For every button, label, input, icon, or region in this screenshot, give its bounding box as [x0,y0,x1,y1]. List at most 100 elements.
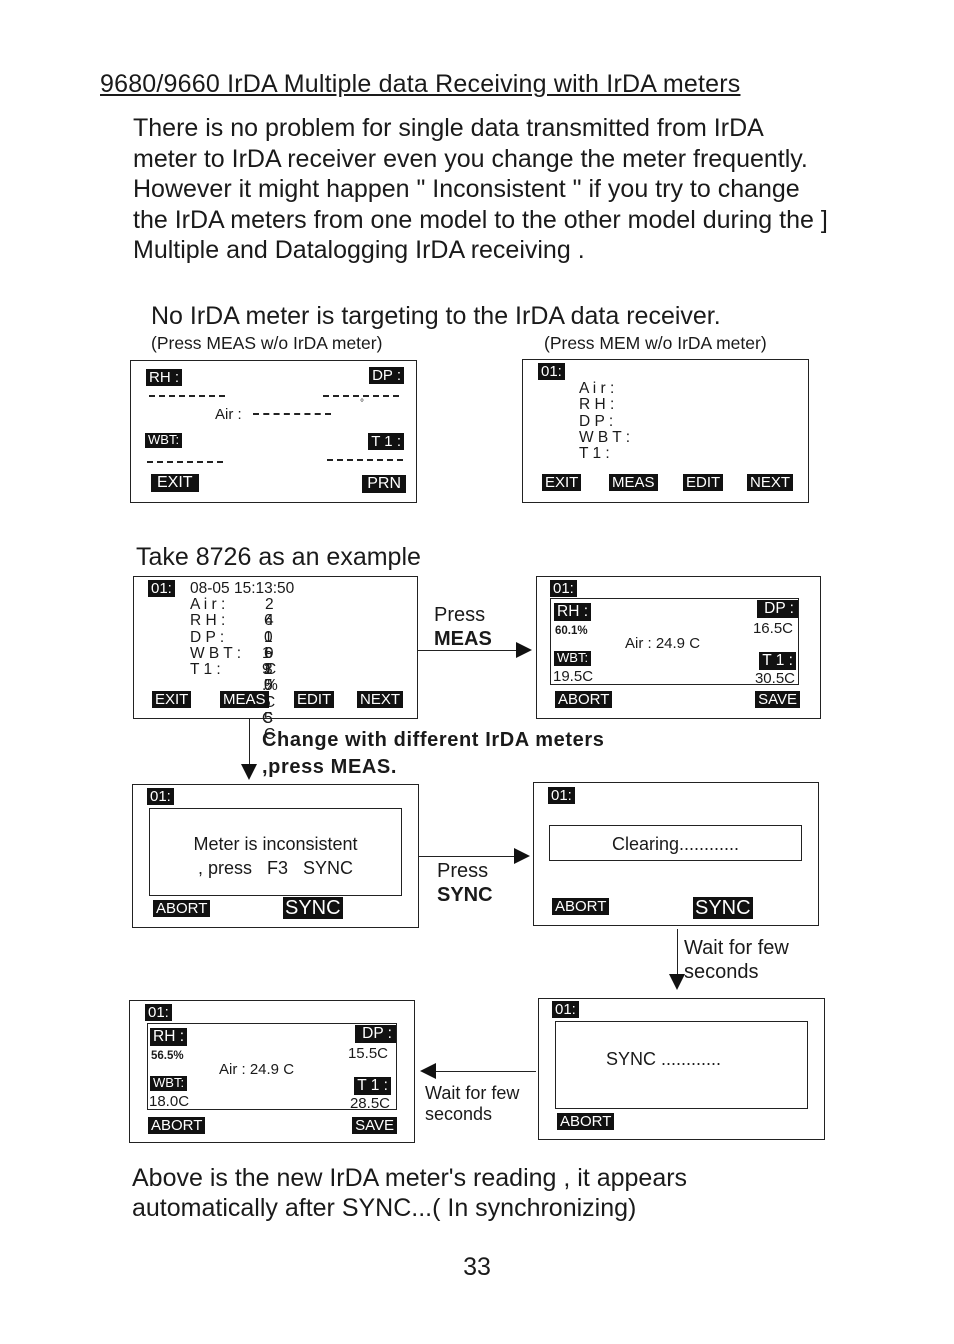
t1-label: T 1 : [759,652,796,670]
exit-button[interactable]: EXIT [152,691,192,709]
sync-button[interactable]: SYNC [283,897,343,919]
record-index: 01: [147,788,174,806]
field-label: R H : [579,396,615,414]
rh-value: 56.5% [151,1050,184,1062]
meas-button[interactable]: MEAS [220,691,269,709]
meas-button[interactable]: MEAS [609,474,658,492]
section2-heading: Take 8726 as an example [136,543,421,571]
save-button[interactable]: SAVE [755,691,800,709]
row-label: D P : [190,628,225,646]
abort-button[interactable]: ABORT [557,1113,615,1131]
wait-line: Wait for few [425,1083,520,1103]
degree-symbol: ° [360,398,364,409]
sync-progress-screen: 01: SYNC ............ ABORT [538,998,825,1140]
arrow-line [677,929,678,977]
message-panel: Clearing............ [549,825,802,861]
dp-label: DP : [757,600,798,618]
degree-symbol: ° [360,1039,364,1050]
field-list: A i r : R H : D P : W B T : T 1 : [579,380,630,463]
rh-label: RH : [146,369,182,387]
wbt-value: 18.0C [149,1093,190,1110]
air-reading: Air : 24.9 C [219,1061,295,1078]
field-label: T 1 : [579,445,610,463]
row-label: T 1 : [190,661,221,679]
wait-note-left: Wait for few seconds [425,1083,519,1125]
sync-message: SYNC ............ [606,1049,722,1069]
record-row: D P :1 6 . 5 C [190,628,275,711]
section1-heading: No IrDA meter is targeting to the IrDA d… [151,302,721,330]
record-index: 01: [552,1001,579,1019]
arrow-right-icon [514,848,530,864]
intro-line: Multiple and Datalogging IrDA receiving … [133,236,585,264]
exit-button[interactable]: EXIT [542,474,582,492]
t1-label: T 1 : [354,1077,391,1095]
air-label: Air : [215,406,242,423]
air-reading: Air : 24.9 C [625,635,701,652]
wbt-label: WBT: [150,1075,188,1091]
clearing-screen: 01: Clearing............ ABORT SYNC [533,782,819,926]
note-line: ,press MEAS. [262,756,398,778]
reading-panel: RH : 56.5% DP : 15.5C ° Air : 24.9 C WBT… [147,1023,397,1111]
record-index: 01: [148,580,175,598]
record-rows: A i r :2 4 . 9 C R H :6 0 . 1 % D P :1 6… [190,596,278,743]
record-index: 01: [145,1004,172,1022]
record-row: A i r :2 4 . 9 C [190,596,276,678]
row-label: W B T : [190,644,242,662]
arrow-line [432,1071,536,1072]
arrow-left-icon [420,1063,436,1079]
inconsistent-message: Meter is inconsistent , press F3 SYNC [150,832,401,880]
meas-screen-no-meter: RH : DP : ° Air : WBT: T 1 : EXIT PRN [130,360,417,503]
t1-label: T 1 : [368,433,404,451]
rh-value-placeholder [149,395,225,397]
memory-record-screen: 01: 08-05 15:13:50 A i r :2 4 . 9 C R H … [133,576,418,743]
inconsistent-screen: 01: Meter is inconsistent , press F3 SYN… [132,784,419,928]
record-index: 01: [538,363,565,381]
next-button[interactable]: NEXT [747,474,794,492]
wbt-label: WBT: [145,432,183,448]
dp-value-placeholder [323,395,399,397]
sync-button[interactable]: SYNC [693,897,753,919]
edit-button[interactable]: EDIT [294,691,335,709]
clearing-message: Clearing............ [611,834,740,854]
record-row: T 1 :3 0 . 5 C [190,661,275,743]
wbt-value: 19.5C [553,668,594,685]
t1-value-placeholder [327,459,403,461]
arrow-right-icon [516,642,532,658]
arrow-line [249,719,250,769]
measurement-screen-8726: 01: RH : 60.1% DP : 16.5C ° Air : 24.9 C… [536,576,821,719]
save-button[interactable]: SAVE [352,1117,397,1135]
meas-key-text: MEAS [434,628,492,650]
intro-paragraph: There is no problem for single data tran… [133,113,828,266]
wait-line: Wait for few [684,937,789,959]
abort-button[interactable]: ABORT [555,691,613,709]
rh-label: RH : [150,1028,187,1046]
message-panel: SYNC ............ [555,1021,808,1109]
intro-line: There is no problem for single data tran… [133,114,764,142]
arrow-down-icon [669,974,685,990]
field-label: D P : [579,412,614,430]
dp-value: 16.5C [752,620,793,637]
change-meter-note: Change with different IrDA meters ,press… [262,727,604,781]
intro-line: meter to IrDA receiver even you change t… [133,144,808,173]
edit-button[interactable]: EDIT [683,474,724,492]
prn-button[interactable]: PRN [362,475,406,494]
wait-line: seconds [684,961,759,983]
abort-button[interactable]: ABORT [153,900,211,918]
message-line: Meter is inconsistent [193,834,358,854]
reading-panel: RH : 60.1% DP : 16.5C ° Air : 24.9 C WBT… [550,598,799,686]
arrow-down-icon [241,764,257,780]
exit-button[interactable]: EXIT [151,474,199,493]
degree-symbol: ° [765,614,769,625]
dp-value: 15.5C [347,1045,388,1062]
air-value-placeholder [253,413,331,415]
press-sync-label: Press SYNC [437,859,493,907]
abort-button[interactable]: ABORT [552,898,610,916]
sync-key-text: SYNC [437,884,493,906]
arrow-line [419,856,517,857]
press-text: Press [434,604,486,626]
mem-screen-no-meter: 01: A i r : R H : D P : W B T : T 1 : EX… [522,359,809,503]
next-button[interactable]: NEXT [357,691,404,709]
record-row: R H :6 0 . 1 % [190,613,278,695]
abort-button[interactable]: ABORT [148,1117,206,1135]
field-label: A i r : [579,380,615,397]
